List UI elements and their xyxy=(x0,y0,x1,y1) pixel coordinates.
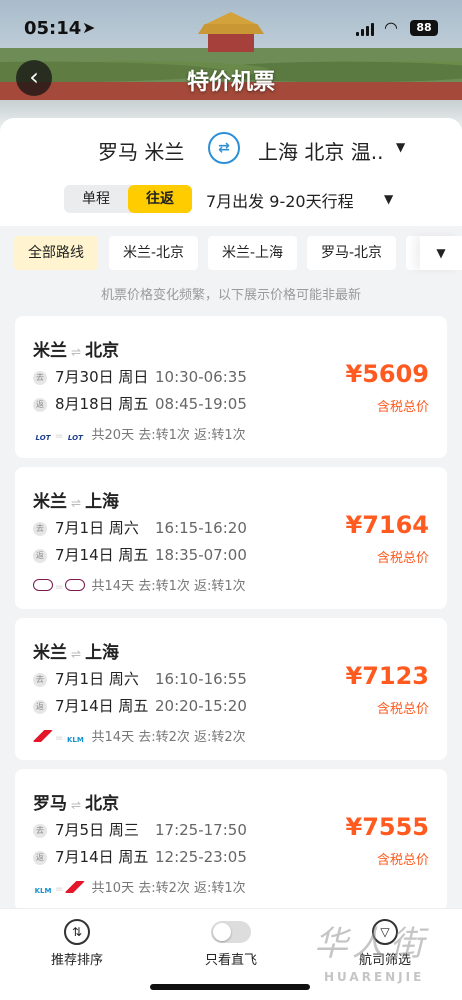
outbound-leg: 去 7月1日 周六 16:10-16:55 xyxy=(33,668,247,690)
qatar-airways-logo-icon xyxy=(65,579,86,591)
destination-cities[interactable]: 上海 北京 温.. xyxy=(258,136,383,165)
return-leg: 返 7月14日 周五 20:20-15:20 xyxy=(33,695,247,717)
trip-meta: = KLM 共14天 去:转2次 返:转2次 xyxy=(33,726,246,746)
chip-overflow[interactable] xyxy=(406,236,420,270)
flight-card[interactable]: 米兰 ⇌ 北京 去 7月30日 周日 10:30-06:35 返 8月18日 周五 08:4… xyxy=(15,316,447,458)
exchange-icon: ⇌ xyxy=(71,496,82,510)
caret-down-icon[interactable]: ▼ xyxy=(396,140,405,154)
chip-rome-beijing[interactable]: 罗马-北京 xyxy=(307,236,397,270)
flight-card[interactable]: 米兰 ⇌ 上海 去 7月1日 周六 16:15-16:20 返 7月14日 周五 18:35… xyxy=(15,467,447,609)
direct-only-toggle[interactable]: 只看直飞 xyxy=(181,919,281,968)
card-route: 米兰 ⇌ 北京 xyxy=(33,341,120,361)
klm-logo-icon: KLM xyxy=(66,736,84,744)
price: ¥7164 xyxy=(345,511,430,539)
flight-card[interactable]: 罗马 ⇌ 北京 去 7月5日 周三 17:25-17:50 返 7月14日 周五 12:25… xyxy=(15,769,447,911)
price-note: 含税总价 xyxy=(376,551,429,566)
air-france-logo-icon xyxy=(65,881,86,893)
search-panel: 罗马 米兰 ⇄ 上海 北京 温.. ▼ 单程 往返 7月出发 9-20天行程 ▼ xyxy=(0,118,462,226)
chip-milan-shanghai[interactable]: 米兰-上海 xyxy=(208,236,298,270)
swap-route-icon[interactable]: ⇄ xyxy=(208,132,240,164)
return-leg: 返 7月14日 周五 18:35-07:00 xyxy=(33,544,247,566)
exchange-icon: ⇌ xyxy=(71,647,82,661)
watermark: 华人街 HUARENJIE xyxy=(314,924,428,984)
airline-logo-icon: LOT xyxy=(35,434,51,442)
chip-all-routes[interactable]: 全部路线 xyxy=(14,236,98,270)
route-chip-bar: 全部路线 米兰-北京 米兰-上海 罗马-北京 ▼ xyxy=(0,236,462,272)
trip-meta: = 共14天 去:转1次 返:转1次 xyxy=(33,575,246,594)
flight-card[interactable]: 米兰 ⇌ 上海 去 7月1日 周六 16:10-16:55 返 7月14日 周五 20:20… xyxy=(15,618,447,760)
status-bar: 05:14 ➤ ◠ 88 xyxy=(0,14,462,44)
caret-down-icon: ▼ xyxy=(436,246,446,260)
exchange-icon: ⇌ xyxy=(71,345,82,359)
direct-only-label: 只看直飞 xyxy=(204,953,257,968)
sort-label: 推荐排序 xyxy=(50,953,103,968)
exchange-icon: ⇌ xyxy=(71,798,82,812)
card-route: 米兰 ⇌ 上海 xyxy=(33,492,120,512)
trip-meta: KLM = 共10天 去:转2次 返:转1次 xyxy=(34,881,246,896)
battery-indicator: 88 xyxy=(410,20,438,36)
return-leg: 返 7月14日 周五 12:25-23:05 xyxy=(33,846,247,868)
klm-logo-icon: KLM xyxy=(34,887,52,895)
airline-logo-icon: LOT xyxy=(67,434,83,442)
trip-type-one-way[interactable]: 单程 xyxy=(64,185,128,213)
price: ¥7555 xyxy=(345,813,430,841)
card-route: 米兰 ⇌ 上海 xyxy=(33,643,120,663)
card-route: 罗马 ⇌ 北京 xyxy=(33,794,120,814)
outbound-leg: 去 7月1日 周六 16:15-16:20 xyxy=(33,517,247,539)
origin-cities[interactable]: 罗马 米兰 xyxy=(98,136,184,165)
sort-button[interactable]: ⇅ 推荐排序 xyxy=(27,919,127,968)
caret-down-icon[interactable]: ▼ xyxy=(384,192,393,206)
price-note: 含税总价 xyxy=(376,853,429,868)
price: ¥5609 xyxy=(345,360,430,388)
status-time: 05:14 xyxy=(24,18,82,39)
location-arrow-icon: ➤ xyxy=(82,18,96,37)
qatar-airways-logo-icon xyxy=(33,579,53,591)
price-note: 含税总价 xyxy=(376,702,429,717)
sort-icon: ⇅ xyxy=(64,919,90,945)
date-filter[interactable]: 7月出发 9-20天行程 xyxy=(206,188,354,212)
return-leg: 返 8月18日 周五 08:45-19:05 xyxy=(33,393,247,415)
chip-milan-beijing[interactable]: 米兰-北京 xyxy=(109,236,199,270)
price: ¥7123 xyxy=(345,662,430,690)
expand-routes-button[interactable]: ▼ xyxy=(420,236,462,270)
cellular-signal-icon xyxy=(356,22,376,36)
wifi-icon: ◠ xyxy=(384,18,398,37)
outbound-leg: 去 7月5日 周三 17:25-17:50 xyxy=(33,819,247,841)
home-indicator[interactable] xyxy=(150,984,310,990)
trip-type-round-trip[interactable]: 往返 xyxy=(128,185,192,213)
trip-meta: LOT = LOT 共20天 去:转1次 返:转1次 xyxy=(33,424,246,444)
trip-type-toggle: 单程 往返 xyxy=(64,185,192,213)
air-france-logo-icon xyxy=(33,730,53,742)
outbound-leg: 去 7月30日 周日 10:30-06:35 xyxy=(33,366,247,388)
page-title: 特价机票 xyxy=(186,70,275,95)
toggle-switch[interactable] xyxy=(211,921,251,943)
price-note: 含税总价 xyxy=(376,400,429,415)
route-selector: 罗马 米兰 ⇄ 上海 北京 温.. ▼ xyxy=(0,132,462,168)
price-notice: 机票价格变化频繁，以下展示价格可能非最新 xyxy=(100,288,361,303)
